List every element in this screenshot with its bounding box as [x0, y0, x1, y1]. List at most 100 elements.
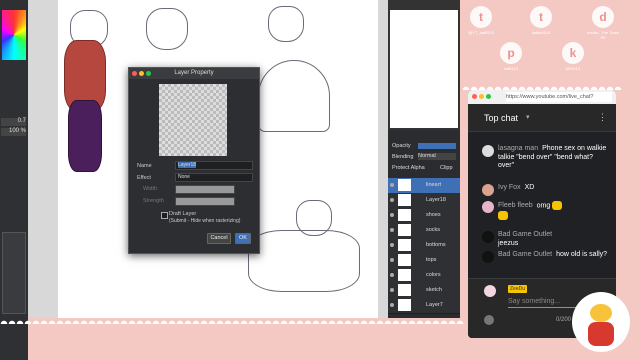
close-dot-icon[interactable]: [472, 94, 477, 99]
message-author[interactable]: lasagna man: [498, 145, 538, 152]
eye-icon[interactable]: [390, 213, 394, 217]
layer-row[interactable]: Layer7: [388, 298, 460, 314]
blending-label: Blending: [392, 154, 414, 160]
eye-icon[interactable]: [390, 273, 394, 277]
chat-message: Bad Game Outlet jeezus: [482, 231, 610, 248]
layer-property-dialog: Layer Property Name Layer18 Effect None …: [128, 67, 260, 254]
twitter-handle: @YT_kaffi213: [468, 30, 494, 35]
name-label: Name: [137, 163, 152, 169]
draft-layer-checkbox[interactable]: [161, 212, 168, 219]
close-dot-icon[interactable]: [132, 71, 137, 76]
emoji-picker-icon[interactable]: [484, 315, 494, 325]
message-text: XD: [524, 184, 535, 191]
zoom-dot-icon[interactable]: [486, 94, 491, 99]
message-author[interactable]: Fleeb fleeb: [498, 202, 533, 209]
emoji-icon: [498, 210, 508, 220]
eye-icon[interactable]: [390, 243, 394, 247]
layer-thumbnail: [398, 179, 411, 191]
mascot-head: [590, 304, 612, 322]
strength-slider[interactable]: [175, 197, 235, 206]
sketch-sitting-figure: [248, 230, 360, 292]
opacity-label: Opacity: [392, 143, 411, 149]
layer-row[interactable]: lineart: [388, 178, 460, 194]
layer-row[interactable]: bottoms: [388, 238, 460, 254]
avatar[interactable]: [482, 201, 494, 213]
percent-value[interactable]: 100 %: [1, 128, 26, 136]
layer-thumbnail: [398, 269, 411, 281]
layer-row[interactable]: shoes: [388, 208, 460, 224]
draft-layer-label: Draft Layer: [169, 211, 197, 217]
name-input[interactable]: Layer18: [175, 161, 253, 170]
color-wheel[interactable]: [2, 10, 26, 60]
zoom-dot-icon[interactable]: [146, 71, 151, 76]
tumblr-handle: kaffei0615: [531, 30, 551, 35]
width-slider[interactable]: [175, 185, 235, 194]
emoji-icon: [552, 201, 563, 210]
scalloped-border: [0, 316, 465, 324]
mascot-avatar: [572, 292, 630, 352]
ko-fi-icon: k: [562, 42, 584, 64]
effect-select[interactable]: None: [175, 173, 253, 182]
ok-button[interactable]: OK: [235, 233, 251, 244]
eye-icon[interactable]: [390, 198, 394, 202]
clipping-label[interactable]: Clipp: [440, 165, 453, 171]
eye-icon[interactable]: [390, 183, 394, 187]
avatar: [484, 285, 496, 297]
cancel-button[interactable]: Cancel: [207, 233, 231, 244]
layer-panel: Opacity Blending Normal Protect Alpha Cl…: [388, 130, 460, 318]
avatar[interactable]: [482, 231, 494, 243]
user-badge: ZeeDu: [508, 285, 528, 293]
navigator-thumbnail[interactable]: [390, 10, 458, 128]
layer-row[interactable]: Layer18: [388, 193, 460, 209]
sketch-head-3: [268, 6, 304, 42]
layer-thumbnail: [398, 209, 411, 221]
layer-name: tops: [426, 257, 437, 263]
avatar[interactable]: [482, 251, 494, 263]
tumblr-icon: t: [530, 6, 552, 28]
mascot-body: [588, 322, 614, 346]
layer-name: Layer18: [426, 197, 446, 203]
protect-alpha-label[interactable]: Protect Alpha: [392, 165, 425, 171]
blending-select[interactable]: Normal: [418, 153, 456, 160]
eye-icon[interactable]: [390, 288, 394, 292]
layer-name: lineart: [426, 182, 441, 188]
minimize-dot-icon[interactable]: [479, 94, 484, 99]
effect-label: Effect: [137, 175, 151, 181]
avatar[interactable]: [482, 145, 494, 157]
layer-thumbnail: [398, 299, 411, 311]
message-author[interactable]: Bad Game Outlet: [498, 251, 552, 258]
chevron-down-icon[interactable]: ▾: [526, 113, 530, 121]
sketch-skirt: [258, 60, 330, 132]
width-label: Width: [143, 186, 158, 192]
effect-value: None: [178, 174, 190, 180]
layer-name: socks: [426, 227, 441, 233]
message-text: omg: [536, 202, 551, 210]
layer-name: bottoms: [426, 242, 446, 248]
eye-icon[interactable]: [390, 228, 394, 232]
opacity-slider[interactable]: [418, 143, 456, 149]
url-field[interactable]: https://www.youtube.com/live_chat?: [506, 92, 612, 102]
discord-label: media - The Trash Pit: [586, 30, 620, 40]
top-chat-title[interactable]: Top chat: [484, 113, 518, 123]
name-value: Layer18: [178, 162, 197, 168]
eye-icon[interactable]: [390, 258, 394, 262]
layer-name: sketch: [426, 287, 442, 293]
layer-row[interactable]: socks: [388, 223, 460, 239]
eye-icon[interactable]: [390, 303, 394, 307]
opacity-value[interactable]: 0.7: [1, 118, 26, 126]
layer-row[interactable]: sketch: [388, 283, 460, 299]
minimize-dot-icon[interactable]: [139, 71, 144, 76]
layer-row[interactable]: colors: [388, 268, 460, 284]
message-author[interactable]: Bad Game Outlet: [498, 231, 552, 238]
chat-input[interactable]: Say something...: [508, 297, 578, 308]
navigator-panel: [2, 232, 26, 314]
chat-message: Fleeb fleeb omg: [482, 201, 610, 221]
layer-name: colors: [426, 272, 441, 278]
avatar[interactable]: [482, 184, 494, 196]
layer-row[interactable]: tops: [388, 253, 460, 269]
draft-layer-note: (Submit - Hide when rasterizing): [169, 218, 241, 224]
sketch-head-2: [146, 8, 188, 50]
layer-thumbnail: [398, 194, 411, 206]
message-author[interactable]: Ivy Fox: [498, 184, 521, 191]
more-menu-icon[interactable]: ⋮: [598, 112, 607, 123]
